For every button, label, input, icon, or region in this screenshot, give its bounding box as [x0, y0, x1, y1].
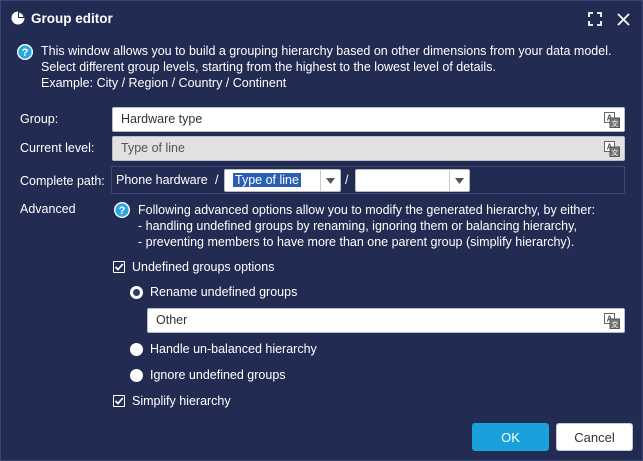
svg-text:?: ? [119, 205, 126, 217]
path-separator: / [215, 173, 219, 187]
checkmark-icon [114, 263, 124, 271]
rename-undefined-radio[interactable] [130, 286, 143, 299]
rename-value: Other [156, 313, 188, 327]
level2-select[interactable] [355, 169, 470, 192]
level1-select[interactable]: Type of line [224, 169, 341, 192]
pie-chart-icon [11, 11, 25, 25]
unbalanced-hierarchy-radio[interactable] [130, 343, 143, 356]
complete-path-box: Phone hardware / Type of line / [111, 166, 625, 194]
advanced-label: Advanced [20, 202, 76, 216]
rename-undefined-label[interactable]: Rename undefined groups [150, 285, 297, 299]
translate-icon[interactable]: A 文 [604, 112, 620, 128]
complete-path-label: Complete path: [20, 174, 105, 188]
checkmark-icon [114, 397, 124, 405]
chevron-down-icon [326, 177, 335, 184]
window-title: Group editor [31, 11, 113, 26]
svg-text:文: 文 [611, 148, 618, 157]
advanced-info-line-1: Following advanced options allow you to … [138, 203, 595, 217]
chevron-down-icon [455, 177, 464, 184]
level1-select-arrow[interactable] [320, 170, 340, 191]
intro-line-3: Example: City / Region / Country / Conti… [41, 76, 287, 90]
svg-text:文: 文 [611, 119, 618, 128]
advanced-info-line-3: - preventing members to have more than o… [138, 235, 575, 249]
close-icon [616, 12, 630, 26]
group-input-value: Hardware type [121, 112, 203, 126]
intro-line-1: This window allows you to build a groupi… [41, 44, 612, 58]
ignore-undefined-radio[interactable] [130, 369, 143, 382]
level2-select-arrow[interactable] [449, 170, 469, 191]
svg-text:文: 文 [611, 320, 618, 329]
translate-icon[interactable]: A 文 [604, 313, 620, 329]
path-separator: / [345, 173, 349, 187]
undefined-groups-label[interactable]: Undefined groups options [132, 260, 274, 274]
info-icon: ? [17, 44, 33, 60]
intro-line-2: Select different group levels, starting … [41, 60, 496, 74]
undefined-groups-checkbox[interactable] [113, 261, 125, 273]
group-label: Group: [20, 112, 59, 126]
advanced-info-line-2: - handling undefined groups by renaming,… [138, 219, 577, 233]
cancel-button[interactable]: Cancel [556, 423, 633, 451]
unbalanced-hierarchy-label[interactable]: Handle un-balanced hierarchy [150, 342, 317, 356]
level1-select-value: Type of line [233, 173, 301, 187]
title-bar: Group editor [1, 1, 642, 37]
simplify-hierarchy-checkbox[interactable] [113, 395, 125, 407]
close-button[interactable] [613, 9, 633, 29]
rename-value-input[interactable]: Other A 文 [147, 308, 625, 333]
info-icon: ? [114, 202, 130, 218]
translate-icon[interactable]: A 文 [604, 141, 620, 157]
svg-text:?: ? [22, 47, 29, 59]
ok-button[interactable]: OK [472, 423, 549, 451]
maximize-icon [588, 12, 602, 26]
group-editor-window: Group editor ? This window allows you to… [0, 0, 643, 461]
maximize-button[interactable] [585, 9, 605, 29]
current-level-value: Type of line [121, 141, 185, 155]
path-root: Phone hardware [116, 173, 208, 187]
current-level-label: Current level: [20, 141, 95, 155]
ignore-undefined-label[interactable]: Ignore undefined groups [150, 368, 286, 382]
group-input[interactable]: Hardware type A 文 [112, 107, 625, 132]
current-level-input: Type of line A 文 [112, 136, 625, 161]
simplify-hierarchy-label[interactable]: Simplify hierarchy [132, 394, 231, 408]
